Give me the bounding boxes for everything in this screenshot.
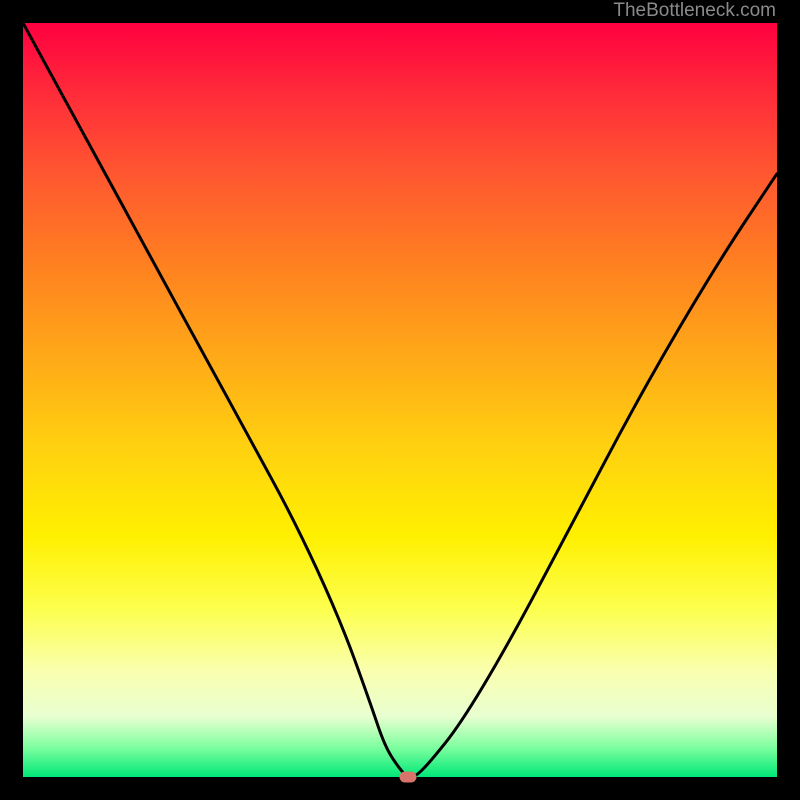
bottleneck-curve [23, 23, 777, 777]
watermark-text: TheBottleneck.com [613, 0, 776, 22]
chart-container: TheBottleneck.com [0, 0, 800, 800]
minimum-marker [399, 772, 416, 783]
